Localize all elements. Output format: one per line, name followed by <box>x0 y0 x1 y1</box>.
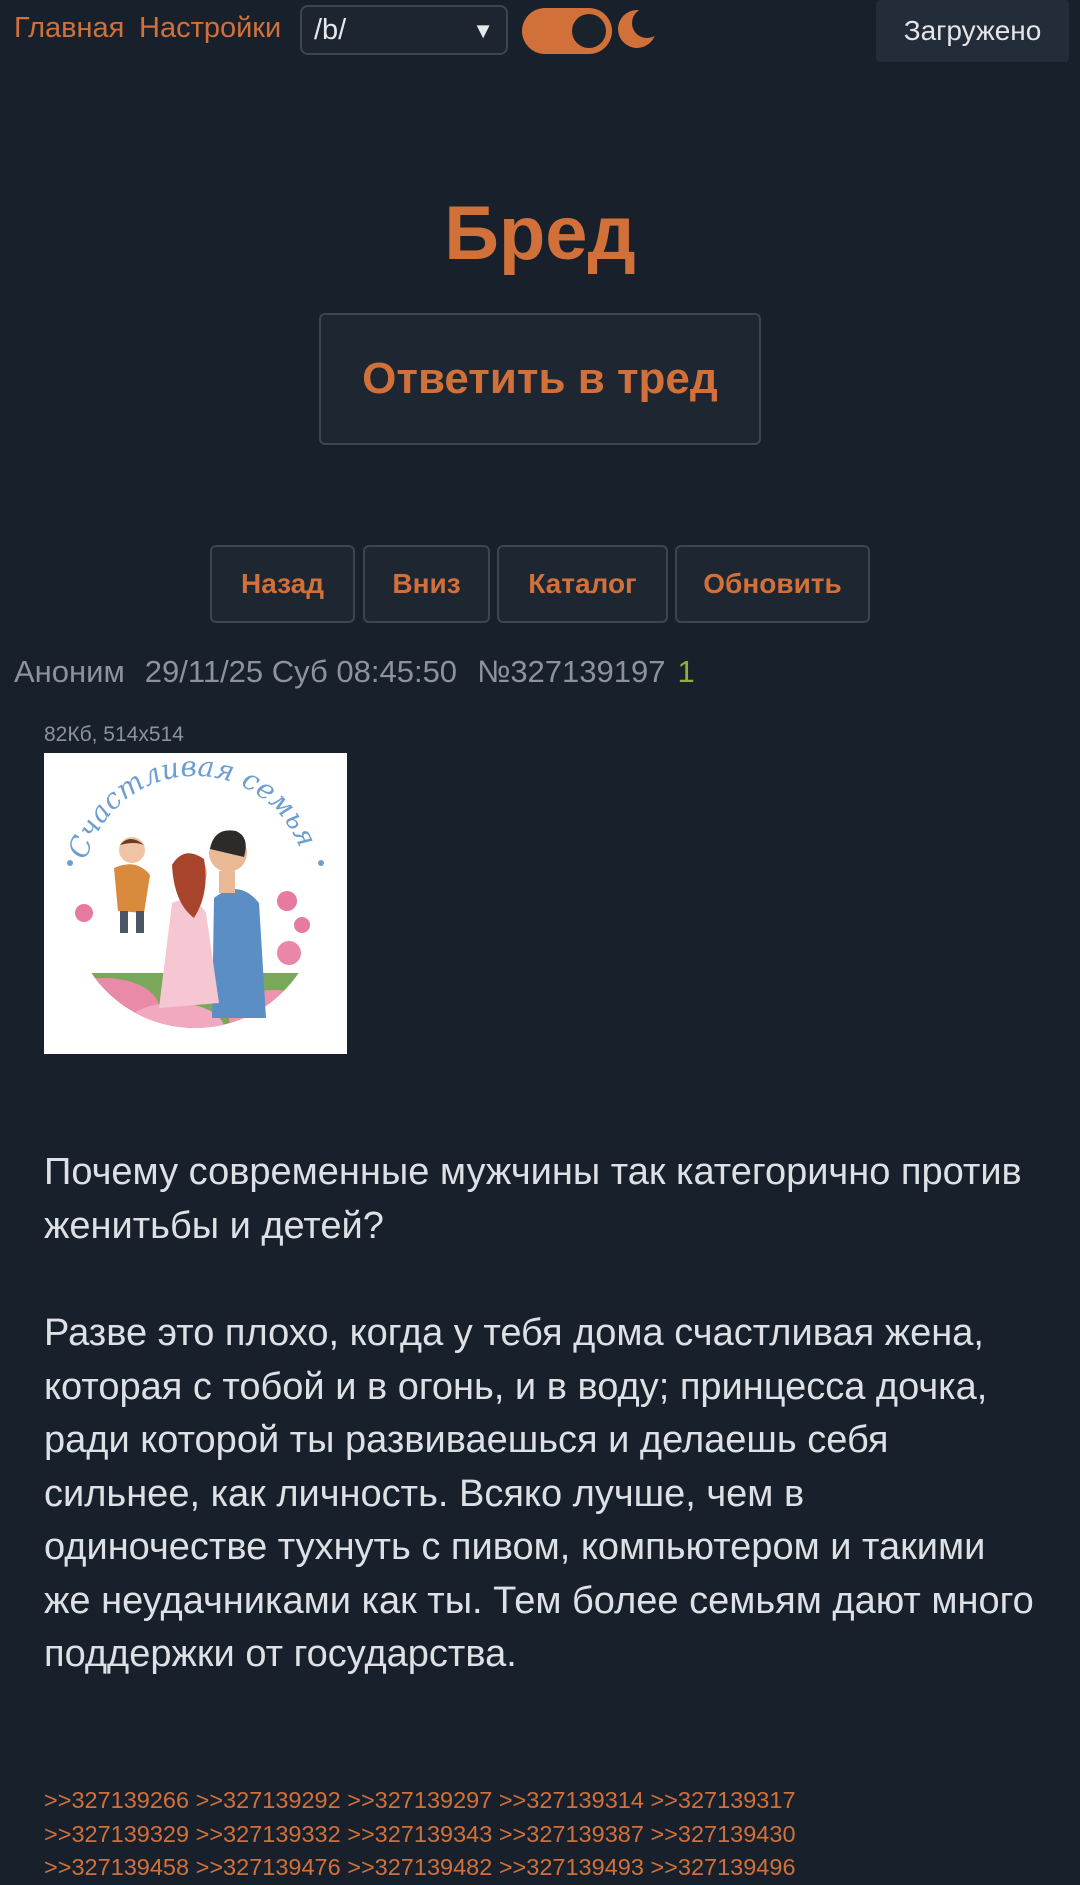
reply-link[interactable]: >>327139297 <box>347 1787 492 1813</box>
post-replies: >>327139266 >>327139292 >>327139297 >>32… <box>44 1784 1044 1885</box>
moon-icon <box>618 8 660 48</box>
happy-family-illustration: Счастливая семья <box>61 750 324 1028</box>
reply-link[interactable]: >>327139329 <box>44 1821 189 1847</box>
post-number[interactable]: №327139197 <box>477 654 665 689</box>
reply-link[interactable]: >>327139387 <box>499 1821 644 1847</box>
post-paragraph: Разве это плохо, когда у тебя дома счаст… <box>44 1312 1034 1675</box>
reply-link[interactable]: >>327139458 <box>44 1854 189 1880</box>
post-author: Аноним <box>14 654 125 689</box>
board-select[interactable]: /b/ ▼ <box>300 5 508 55</box>
load-status: Загружено <box>876 0 1069 62</box>
post-body: Почему современные мужчины так категорич… <box>44 1146 1034 1682</box>
post-datetime: 29/11/25 Суб 08:45:50 <box>144 654 458 689</box>
reply-link[interactable]: >>327139343 <box>347 1821 492 1847</box>
reply-to-thread-button[interactable]: Ответить в тред <box>319 313 761 445</box>
thread-title: Бред <box>444 191 636 276</box>
chevron-down-icon: ▼ <box>472 18 494 43</box>
top-bar: Главная Настройки /b/ ▼ Загружено <box>0 0 1080 62</box>
reply-link[interactable]: >>327139476 <box>196 1854 341 1880</box>
back-button[interactable]: Назад <box>210 545 355 623</box>
reply-link[interactable]: >>327139266 <box>44 1787 189 1813</box>
post-image[interactable]: Счастливая семья <box>44 750 347 1054</box>
reply-link[interactable]: >>327139317 <box>650 1787 795 1813</box>
reply-link[interactable]: >>327139482 <box>347 1854 492 1880</box>
post-meta: Аноним 29/11/25 Суб 08:45:50 №327139197 1 <box>14 654 695 690</box>
board-select-value: /b/ <box>314 14 347 46</box>
nav-link-home[interactable]: Главная <box>14 12 124 45</box>
reply-link[interactable]: >>327139314 <box>499 1787 644 1813</box>
refresh-button[interactable]: Обновить <box>675 545 870 623</box>
reply-link[interactable]: >>327139493 <box>499 1854 644 1880</box>
post-reply-count[interactable]: 1 <box>677 654 694 689</box>
reply-link[interactable]: >>327139292 <box>196 1787 341 1813</box>
toggle-knob <box>572 14 606 48</box>
catalog-button[interactable]: Каталог <box>497 545 668 623</box>
post-paragraph: Почему современные мужчины так категорич… <box>44 1151 1022 1247</box>
nav-link-settings[interactable]: Настройки <box>139 12 281 45</box>
file-info[interactable]: 82Кб, 514x514 <box>44 723 184 747</box>
reply-link[interactable]: >>327139332 <box>196 1821 341 1847</box>
reply-link[interactable]: >>327139430 <box>650 1821 795 1847</box>
image-caption-text: Счастливая семья <box>61 753 323 863</box>
theme-toggle[interactable] <box>522 8 612 54</box>
down-button[interactable]: Вниз <box>363 545 490 623</box>
reply-link[interactable]: >>327139496 <box>650 1854 795 1880</box>
